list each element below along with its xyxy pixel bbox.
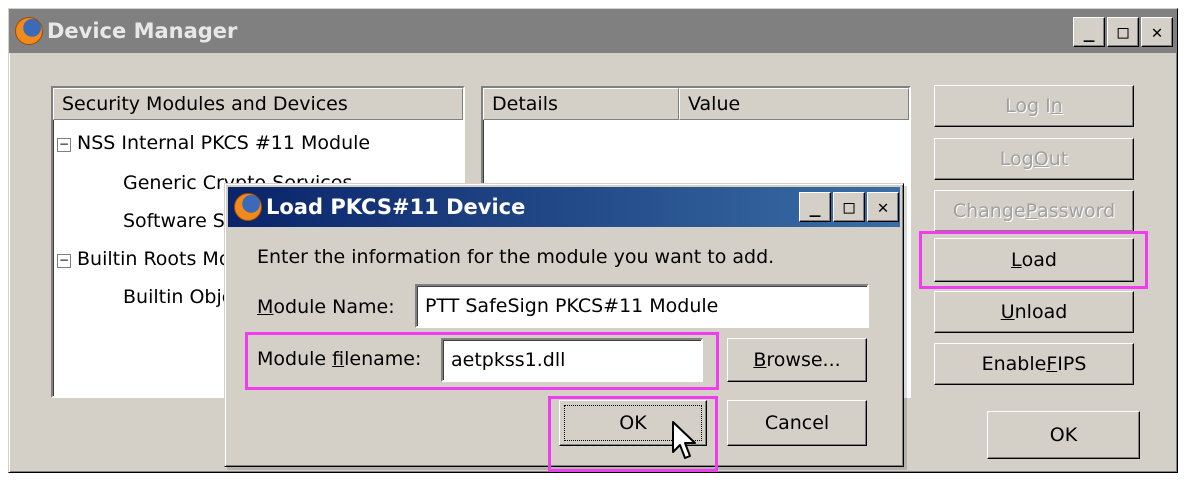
dialog-minimize-button[interactable]: _: [799, 192, 831, 222]
module-name-label: Module Name:: [257, 296, 395, 318]
module-filename-label: Module filename:: [257, 348, 422, 370]
dialog-title: Load PKCS#11 Device: [266, 195, 526, 219]
main-window-title: Device Manager: [47, 19, 238, 43]
minimize-button[interactable]: _: [1073, 17, 1105, 47]
dialog-instruction: Enter the information for the module you…: [257, 246, 775, 268]
main-ok-button[interactable]: OK: [987, 411, 1140, 459]
collapse-icon[interactable]: −: [57, 138, 71, 152]
dialog-cancel-button[interactable]: Cancel: [727, 400, 867, 446]
modules-column-header[interactable]: Security Modules and Devices: [53, 88, 463, 120]
change-password-button[interactable]: Change Password: [934, 190, 1134, 232]
module-filename-input[interactable]: aetpkss1.dll: [441, 338, 703, 382]
log-in-button[interactable]: Log In: [934, 85, 1134, 127]
dialog-maximize-button[interactable]: □: [833, 192, 865, 222]
firefox-icon: [234, 193, 262, 221]
tree-item-nss-internal[interactable]: − NSS Internal PKCS #11 Module: [57, 132, 370, 154]
details-column-header[interactable]: Details: [483, 88, 679, 120]
unload-button[interactable]: Unload: [934, 291, 1134, 333]
mouse-cursor-icon: [672, 421, 696, 459]
value-column-header[interactable]: Value: [679, 88, 909, 120]
log-out-button[interactable]: Log Out: [934, 138, 1134, 180]
dialog-close-button[interactable]: ✕: [867, 192, 899, 222]
close-button[interactable]: ✕: [1141, 17, 1173, 47]
module-name-input[interactable]: PTT SafeSign PKCS#11 Module: [415, 284, 869, 328]
tree-item-label: NSS Internal PKCS #11 Module: [77, 132, 371, 154]
browse-button[interactable]: Browse...: [727, 338, 867, 382]
enable-fips-button[interactable]: Enable F IPS: [934, 343, 1134, 385]
main-title-bar[interactable]: Device Manager: [9, 9, 1177, 53]
firefox-icon: [15, 17, 43, 45]
maximize-button[interactable]: □: [1107, 17, 1139, 47]
load-button[interactable]: Load: [934, 238, 1134, 282]
load-device-dialog: Load PKCS#11 Device _ □ ✕ Enter the info…: [224, 183, 904, 472]
collapse-icon[interactable]: −: [57, 254, 71, 268]
